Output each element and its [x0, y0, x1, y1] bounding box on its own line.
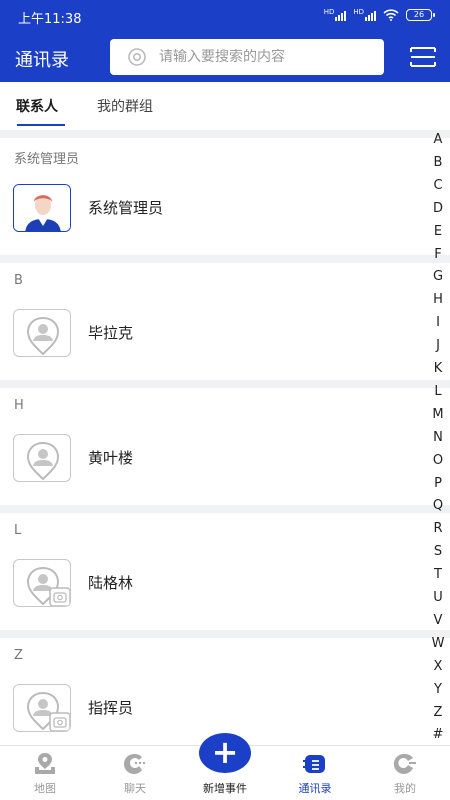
- nav-mine-label: 我的: [394, 782, 416, 795]
- menu-icon[interactable]: [409, 45, 437, 69]
- alphabet-index-letter[interactable]: T: [428, 567, 448, 582]
- alphabet-index-letter[interactable]: R: [428, 521, 448, 536]
- avatar: [13, 558, 71, 607]
- alphabet-index-letter[interactable]: P: [428, 476, 448, 491]
- avatar: [13, 308, 71, 357]
- avatar: [13, 433, 71, 482]
- alphabet-index-letter[interactable]: Z: [428, 705, 448, 720]
- default-avatar-icon: [26, 441, 60, 480]
- status-bar: 上午11:38 HD HD 26: [0, 0, 450, 32]
- alphabet-index-letter[interactable]: O: [428, 453, 448, 468]
- add-event-button[interactable]: +: [199, 733, 251, 773]
- contact-item[interactable]: 陆格林: [0, 545, 450, 620]
- alphabet-index-letter[interactable]: E: [428, 224, 448, 239]
- default-avatar-camera-icon: [26, 691, 70, 731]
- tab-my-groups[interactable]: 我的群组: [97, 96, 153, 116]
- profile-icon: [393, 753, 416, 774]
- nav-map[interactable]: 地图: [15, 752, 75, 796]
- section-header: H: [0, 388, 450, 420]
- alphabet-index-letter[interactable]: B: [428, 155, 448, 170]
- nav-map-label: 地图: [34, 782, 56, 795]
- user-photo-icon: [14, 184, 70, 231]
- tab-bar: 联系人 我的群组: [0, 82, 450, 130]
- alphabet-index-letter[interactable]: V: [428, 613, 448, 628]
- alphabet-index-letter[interactable]: G: [428, 269, 448, 284]
- contact-name: 黄叶楼: [88, 449, 134, 467]
- contact-name: 陆格林: [88, 574, 134, 592]
- contact-name: 指挥员: [88, 699, 134, 717]
- section-header: L: [0, 513, 450, 545]
- chat-icon: [124, 753, 146, 774]
- wifi-icon: [383, 9, 399, 21]
- contact-item[interactable]: 毕拉克: [0, 295, 450, 370]
- alphabet-index[interactable]: A B C D E F G H I J K L M N O P Q R S T U V W X Y Z #: [428, 130, 448, 745]
- section-header: Z: [0, 638, 450, 670]
- status-icons: HD HD 26: [324, 9, 435, 21]
- contact-name: 系统管理员: [88, 199, 164, 217]
- plus-icon: +: [199, 733, 251, 773]
- battery-icon: 26: [406, 9, 435, 21]
- nav-chat-label: 聊天: [124, 782, 146, 795]
- search-bar[interactable]: [110, 39, 384, 75]
- signal-icon: HD: [324, 9, 347, 21]
- divider: [0, 255, 450, 263]
- nav-contacts-label: 通讯录: [298, 782, 332, 795]
- default-avatar-camera-icon: [26, 566, 70, 606]
- alphabet-index-letter[interactable]: Y: [428, 682, 448, 697]
- alphabet-index-letter[interactable]: N: [428, 430, 448, 445]
- alphabet-index-letter[interactable]: K: [428, 361, 448, 376]
- divider: [0, 505, 450, 513]
- alphabet-index-letter[interactable]: Q: [428, 498, 448, 513]
- signal-icon: HD: [353, 9, 376, 21]
- contact-name: 毕拉克: [88, 324, 134, 342]
- alphabet-index-letter[interactable]: X: [428, 659, 448, 674]
- nav-mine[interactable]: 我的: [375, 752, 435, 796]
- search-icon: [128, 48, 146, 66]
- map-pin-icon: [35, 753, 55, 774]
- section-header: 系统管理员: [0, 138, 450, 170]
- alphabet-index-letter[interactable]: M: [428, 407, 448, 422]
- add-event-label: 新增事件: [203, 782, 247, 795]
- avatar: [13, 183, 71, 232]
- alphabet-index-letter[interactable]: S: [428, 544, 448, 559]
- search-input[interactable]: [159, 49, 369, 65]
- alphabet-index-letter[interactable]: D: [428, 201, 448, 216]
- alphabet-index-letter[interactable]: #: [428, 727, 448, 742]
- divider: [0, 130, 450, 138]
- alphabet-index-letter[interactable]: W: [428, 636, 448, 651]
- divider: [0, 630, 450, 638]
- default-avatar-icon: [26, 316, 60, 355]
- alphabet-index-letter[interactable]: U: [428, 590, 448, 605]
- nav-chat[interactable]: 聊天: [105, 752, 165, 796]
- alphabet-index-letter[interactable]: F: [428, 247, 448, 262]
- alphabet-index-letter[interactable]: A: [428, 132, 448, 147]
- contacts-icon: [303, 755, 325, 773]
- section-header: B: [0, 263, 450, 295]
- nav-contacts[interactable]: 通讯录: [285, 752, 345, 796]
- alphabet-index-letter[interactable]: L: [428, 384, 448, 399]
- contact-list[interactable]: 系统管理员 系统管理员 B 毕拉克 H 黄叶楼 L 陆格林 Z 指挥员: [0, 130, 450, 755]
- tab-active-indicator: [17, 124, 65, 126]
- alphabet-index-letter[interactable]: C: [428, 178, 448, 193]
- avatar: [13, 683, 71, 732]
- alphabet-index-letter[interactable]: J: [428, 338, 448, 353]
- alphabet-index-letter[interactable]: I: [428, 315, 448, 330]
- contact-item[interactable]: 黄叶楼: [0, 420, 450, 495]
- tab-contacts[interactable]: 联系人: [16, 96, 58, 116]
- contact-item[interactable]: 系统管理员: [0, 170, 450, 245]
- app-header: 上午11:38 HD HD 26 通讯录: [0, 0, 450, 82]
- divider: [0, 380, 450, 388]
- status-time: 上午11:38: [18, 12, 82, 27]
- alphabet-index-letter[interactable]: H: [428, 292, 448, 307]
- page-title: 通讯录: [15, 50, 69, 71]
